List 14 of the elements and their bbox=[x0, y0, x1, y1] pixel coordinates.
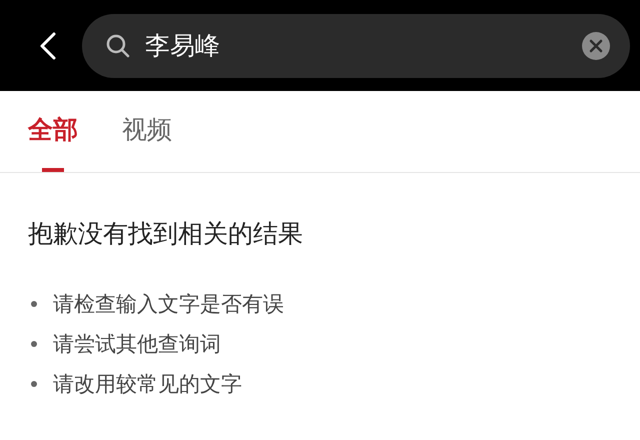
back-icon[interactable] bbox=[39, 32, 57, 60]
empty-title: 抱歉没有找到相关的结果 bbox=[28, 218, 304, 250]
bullet-icon bbox=[31, 301, 37, 307]
suggestion-text: 请尝试其他查询词 bbox=[53, 331, 221, 358]
tab[interactable]: 视频 bbox=[122, 91, 172, 172]
search-query: 李易峰 bbox=[145, 30, 221, 62]
bullet-icon bbox=[31, 341, 37, 347]
search-icon bbox=[105, 32, 131, 58]
tab[interactable]: 全部 bbox=[28, 91, 78, 172]
suggestion-text: 请检查输入文字是否有误 bbox=[53, 291, 284, 318]
suggestion-text: 请改用较常见的文字 bbox=[53, 371, 242, 398]
bullet-icon bbox=[31, 381, 37, 387]
clear-icon[interactable] bbox=[582, 32, 610, 60]
search-field[interactable]: 李易峰 bbox=[82, 14, 630, 78]
